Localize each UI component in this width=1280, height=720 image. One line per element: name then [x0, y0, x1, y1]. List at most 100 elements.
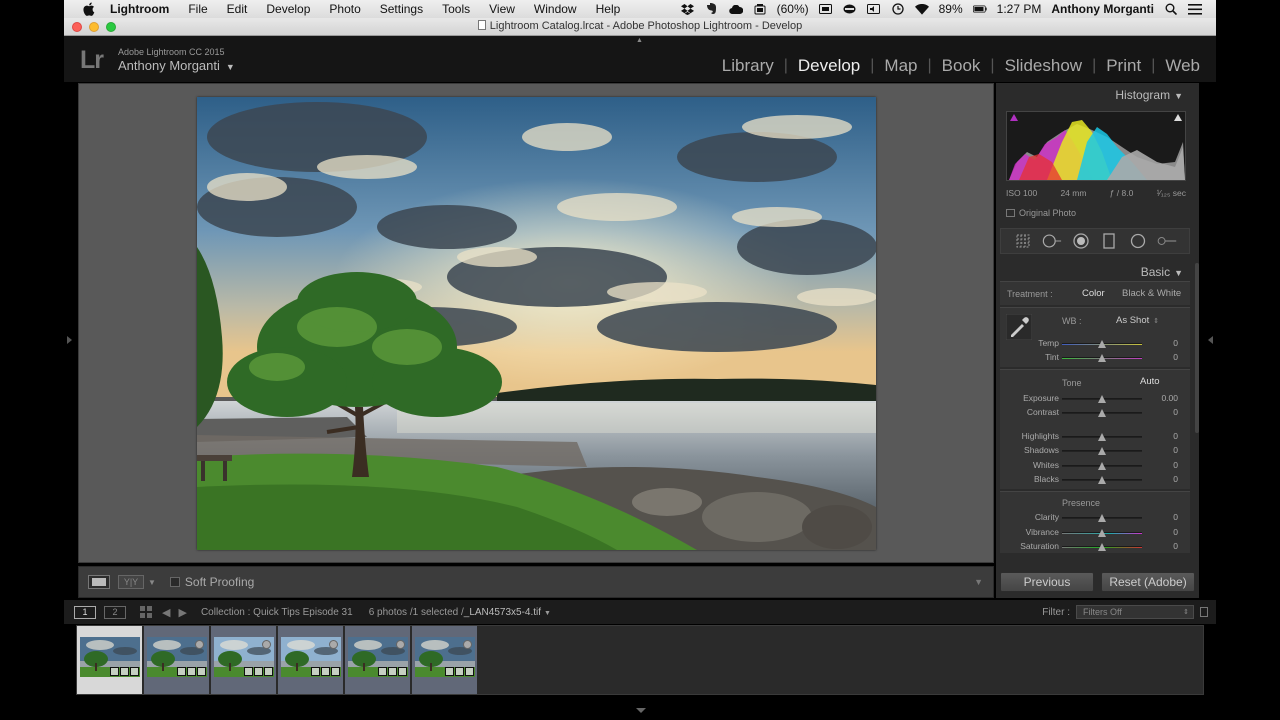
highlight-clipping-icon[interactable] [1174, 114, 1182, 121]
slider-track[interactable] [1062, 543, 1142, 551]
collection-source[interactable]: Collection : Quick Tips Episode 31 [201, 607, 353, 618]
loupe-view-button[interactable] [88, 575, 110, 589]
menu-window[interactable]: Window [534, 2, 577, 16]
main-photo[interactable] [197, 97, 876, 550]
slider-value[interactable]: 0 [1173, 352, 1178, 362]
collapse-filmstrip-icon[interactable] [636, 708, 646, 713]
slider-thumb[interactable] [1098, 354, 1106, 362]
wb-select[interactable]: As Shot ⇕ [1116, 315, 1159, 326]
time-machine-icon[interactable] [891, 3, 905, 15]
soft-proofing-checkbox[interactable] [169, 577, 180, 587]
module-library[interactable]: Library [712, 56, 784, 76]
slider-thumb[interactable] [1098, 529, 1106, 537]
histogram-header[interactable]: Histogram ▼ [996, 88, 1191, 102]
slider-track[interactable] [1062, 447, 1142, 455]
slider-thumb[interactable] [1098, 340, 1106, 348]
slider-track[interactable] [1062, 395, 1142, 403]
menu-photo[interactable]: Photo [329, 2, 360, 16]
slider-value[interactable]: 0 [1173, 460, 1178, 470]
evernote-icon[interactable] [705, 3, 719, 15]
slider-track[interactable] [1062, 462, 1142, 470]
slider-track[interactable] [1062, 340, 1142, 348]
basic-header[interactable]: Basic ▼ [996, 265, 1191, 279]
module-web[interactable]: Web [1155, 56, 1210, 76]
back-arrow-icon[interactable]: ◀ [162, 606, 170, 619]
menu-file[interactable]: File [188, 2, 207, 16]
slider-thumb[interactable] [1098, 462, 1106, 470]
slider-track[interactable] [1062, 433, 1142, 441]
slider-track[interactable] [1062, 409, 1142, 417]
slider-value[interactable]: 0 [1173, 512, 1178, 522]
slider-thumb[interactable] [1098, 433, 1106, 441]
photo-count[interactable]: 6 photos /1 selected /_LAN4573x5-4.tif ▼ [369, 607, 551, 618]
crop-tool-icon[interactable] [1013, 231, 1033, 251]
slider-track[interactable] [1062, 514, 1142, 522]
filter-select[interactable]: Filters Off ⇕ [1076, 605, 1194, 619]
notification-center-icon[interactable] [1188, 3, 1202, 15]
radial-filter-tool-icon[interactable] [1128, 231, 1148, 251]
collapse-right-panel-icon[interactable] [1208, 336, 1213, 344]
module-develop[interactable]: Develop [788, 56, 870, 76]
slider-thumb[interactable] [1098, 514, 1106, 522]
menubar-user[interactable]: Anthony Morganti [1051, 2, 1154, 16]
main-window-button[interactable]: 1 [74, 605, 96, 619]
filmstrip-thumbnail[interactable] [144, 626, 210, 694]
slider-track[interactable] [1062, 354, 1142, 362]
secondary-window-button[interactable]: 2 [104, 605, 126, 619]
histogram[interactable] [1006, 111, 1186, 181]
airplay-display-icon[interactable] [819, 4, 833, 15]
filmstrip-thumbnail[interactable] [211, 626, 277, 694]
battery-icon[interactable] [972, 4, 987, 15]
slider-value[interactable]: 0 [1173, 338, 1178, 348]
menu-tools[interactable]: Tools [442, 2, 470, 16]
slider-thumb[interactable] [1098, 395, 1106, 403]
menu-edit[interactable]: Edit [227, 2, 248, 16]
filmstrip-thumbnail[interactable] [345, 626, 411, 694]
spot-removal-tool-icon[interactable] [1042, 231, 1062, 251]
collapse-top-panel-icon[interactable]: ▲ [636, 37, 643, 44]
slider-value[interactable]: 0 [1173, 445, 1178, 455]
slider-value[interactable]: 0.00 [1161, 393, 1178, 403]
battery-app-icon[interactable] [753, 4, 767, 15]
auto-tone-button[interactable]: Auto [1140, 376, 1160, 387]
module-map[interactable]: Map [874, 56, 927, 76]
menu-app-name[interactable]: Lightroom [110, 2, 169, 16]
module-print[interactable]: Print [1096, 56, 1151, 76]
reset-button[interactable]: Reset (Adobe) [1101, 572, 1195, 592]
slider-thumb[interactable] [1098, 476, 1106, 484]
filmstrip-thumbnail[interactable] [278, 626, 344, 694]
before-after-button[interactable]: Y|Y [118, 575, 144, 589]
slider-value[interactable]: 0 [1173, 474, 1178, 484]
toolbar-content-dropdown-icon[interactable]: ▼ [974, 577, 983, 587]
adjustment-brush-tool-icon[interactable] [1157, 231, 1177, 251]
filmstrip-thumbnail[interactable] [77, 626, 143, 694]
slider-value[interactable]: 0 [1173, 431, 1178, 441]
previous-button[interactable]: Previous [1000, 572, 1094, 592]
volume-display-icon[interactable] [867, 4, 881, 15]
apple-icon[interactable] [82, 2, 96, 16]
slider-value[interactable]: 0 [1173, 541, 1178, 551]
shadow-clipping-icon[interactable] [1010, 114, 1018, 121]
cloud-icon[interactable] [728, 4, 743, 15]
helmet-icon[interactable] [843, 4, 857, 15]
slider-value[interactable]: 0 [1173, 407, 1178, 417]
before-after-dropdown-icon[interactable]: ▼ [148, 578, 156, 587]
filmstrip-thumbnail[interactable] [412, 626, 478, 694]
forward-arrow-icon[interactable]: ▶ [178, 606, 186, 619]
slider-thumb[interactable] [1098, 447, 1106, 455]
slider-thumb[interactable] [1098, 409, 1106, 417]
treatment-color-button[interactable]: Color [1082, 288, 1105, 299]
menu-view[interactable]: View [489, 2, 515, 16]
slider-track[interactable] [1062, 529, 1142, 537]
menu-develop[interactable]: Develop [266, 2, 310, 16]
module-book[interactable]: Book [932, 56, 991, 76]
red-eye-tool-icon[interactable] [1071, 231, 1091, 251]
graduated-filter-tool-icon[interactable] [1099, 231, 1119, 251]
right-panel-scrollbar[interactable] [1195, 263, 1199, 433]
menu-help[interactable]: Help [596, 2, 621, 16]
identity-owner[interactable]: Anthony Morganti ▼ [118, 58, 235, 73]
treatment-bw-button[interactable]: Black & White [1122, 288, 1181, 299]
module-slideshow[interactable]: Slideshow [995, 56, 1093, 76]
filter-lock-icon[interactable] [1200, 607, 1208, 617]
dropbox-icon[interactable] [681, 3, 695, 15]
